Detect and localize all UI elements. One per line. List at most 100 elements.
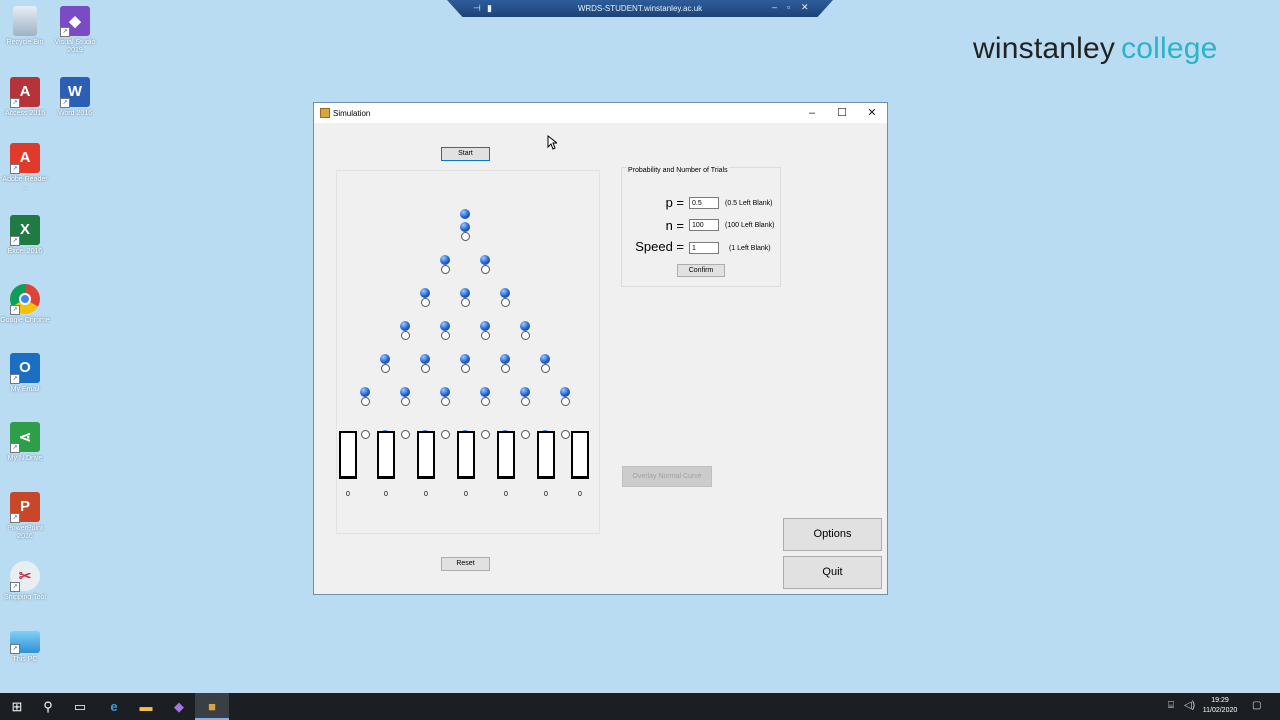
peg — [480, 430, 490, 439]
visual-studio-icon: ◆ ↗ — [60, 6, 90, 37]
group-title: Probability and Number of Trials — [627, 167, 729, 174]
brand-word2: college — [1121, 32, 1218, 65]
adobe-reader-icon: A ↗ — [10, 143, 40, 174]
peg — [440, 430, 450, 439]
desktop-icon-word[interactable]: W ↗ Word 2016 — [50, 77, 100, 118]
visual-studio-taskbar-icon[interactable]: ◆ — [162, 693, 196, 720]
peg — [440, 265, 450, 274]
ball — [460, 222, 470, 232]
desktop-icon-visual-studio[interactable]: ◆ ↗ Visual Studio 2019 — [50, 6, 100, 55]
p-input[interactable]: 0.5 — [689, 197, 719, 209]
desktop-icon-recycle-bin[interactable]: Recycle Bin — [0, 6, 50, 47]
peg — [460, 364, 470, 373]
desktop-icon-label: This PC — [12, 656, 38, 663]
desktop-icon-access[interactable]: A ↗ Access 2016 — [0, 77, 50, 118]
ball — [520, 321, 530, 331]
bin-count: 0 — [504, 491, 508, 498]
ball — [440, 255, 450, 265]
ball — [520, 387, 530, 397]
ball — [420, 288, 430, 298]
options-button[interactable]: Options — [783, 518, 882, 551]
bin-count: 0 — [346, 491, 350, 498]
peg — [560, 397, 570, 406]
quit-button[interactable]: Quit — [783, 556, 882, 589]
task-view-icon[interactable]: ▭ — [63, 693, 97, 720]
clock[interactable]: 19:29 11/02/2020 — [1194, 696, 1246, 716]
desktop-icon-email[interactable]: O ↗ My Email — [0, 353, 50, 394]
desktop-icon-this-pc[interactable]: ↗ This PC — [0, 631, 50, 664]
window-titlebar[interactable]: Simulation – ☐ ✕ — [314, 103, 887, 123]
bin — [339, 431, 357, 479]
desktop-icon-label: Adobe Reader ... — [2, 176, 48, 191]
peg — [360, 397, 370, 406]
peg — [480, 397, 490, 406]
speed-label: Speed = — [635, 239, 684, 254]
desktop-icon-label: Recycle Bin — [6, 39, 44, 46]
notifications-icon[interactable]: ▢ — [1252, 700, 1261, 711]
bin — [497, 431, 515, 479]
desktop-icon-label: Google Chrome — [0, 317, 50, 324]
desktop-icon-chrome[interactable]: ↗ Google Chrome — [0, 284, 50, 325]
bin-count: 0 — [384, 491, 388, 498]
peg — [460, 232, 470, 241]
ball — [460, 288, 470, 298]
desktop-icon-label: Snipping Tool — [4, 594, 46, 601]
ball — [460, 354, 470, 364]
speed-hint: (1 Left Blank) — [729, 245, 771, 252]
remote-minimize-icon[interactable]: – — [772, 2, 777, 12]
peg — [380, 364, 390, 373]
desktop-icon-n-drive[interactable]: ⋖ ↗ My N Drive — [0, 422, 50, 463]
ball — [480, 387, 490, 397]
ball — [400, 321, 410, 331]
desktop-icon-label: My Email — [10, 386, 40, 393]
peg — [400, 331, 410, 340]
desktop-icon-snipping-tool[interactable]: ✂ ↗ Snipping Tool — [0, 561, 50, 602]
clock-date: 11/02/2020 — [1202, 707, 1238, 714]
taskbar: ⊞ ⚲ ▭ e ▬ ◆ ■ ⌸ ◁) 19:29 11/02/2020 ▢ — [0, 693, 1280, 720]
p-label: p = — [665, 195, 684, 210]
ball — [560, 387, 570, 397]
minimize-icon[interactable]: – — [797, 105, 827, 121]
desktop-icon-label: Visual Studio 2019 — [54, 39, 96, 54]
peg — [460, 298, 470, 307]
remote-restore-icon[interactable]: ▫ — [787, 2, 790, 12]
ball — [360, 387, 370, 397]
network-icon[interactable]: ⌸ — [1168, 700, 1174, 711]
bin-count: 0 — [424, 491, 428, 498]
desktop-icon-adobe-reader[interactable]: A ↗ Adobe Reader ... — [0, 143, 50, 192]
ball — [440, 321, 450, 331]
maximize-icon[interactable]: ☐ — [827, 105, 857, 121]
bin — [571, 431, 589, 479]
simulation-taskbar-icon[interactable]: ■ — [195, 693, 229, 720]
reset-button[interactable]: Reset — [441, 557, 490, 571]
file-explorer-icon[interactable]: ▬ — [129, 693, 163, 720]
edge-icon[interactable]: e — [97, 693, 131, 720]
bin-count: 0 — [464, 491, 468, 498]
p-hint: (0.5 Left Blank) — [725, 200, 773, 207]
desktop-icon-excel[interactable]: X ↗ Excel 2016 — [0, 215, 50, 256]
bin — [377, 431, 395, 479]
n-label: n = — [665, 218, 684, 233]
search-icon[interactable]: ⚲ — [31, 693, 65, 720]
peg — [480, 331, 490, 340]
desktop-icon-label: Excel 2016 — [7, 248, 43, 255]
confirm-button[interactable]: Confirm — [677, 264, 725, 277]
peg — [500, 298, 510, 307]
start-button[interactable]: Start — [441, 147, 490, 161]
start-menu-icon[interactable]: ⊞ — [0, 693, 34, 720]
bin-count: 0 — [578, 491, 582, 498]
desktop-icon-powerpoint[interactable]: P ↗ PowerPoint 2016 — [0, 492, 50, 541]
speed-input[interactable]: 1 — [689, 242, 719, 254]
peg — [440, 331, 450, 340]
bin — [417, 431, 435, 479]
peg — [540, 364, 550, 373]
ball — [480, 321, 490, 331]
overlay-normal-curve-button[interactable]: Overlay Normal Curve — [622, 466, 712, 487]
remote-close-icon[interactable]: ✕ — [801, 2, 809, 13]
clock-time: 19:29 — [1211, 697, 1229, 704]
ball — [460, 209, 470, 219]
close-icon[interactable]: ✕ — [857, 105, 887, 121]
desktop-icon-label: Word 2016 — [57, 110, 93, 117]
n-input[interactable]: 100 — [689, 219, 719, 231]
bin-count: 0 — [544, 491, 548, 498]
